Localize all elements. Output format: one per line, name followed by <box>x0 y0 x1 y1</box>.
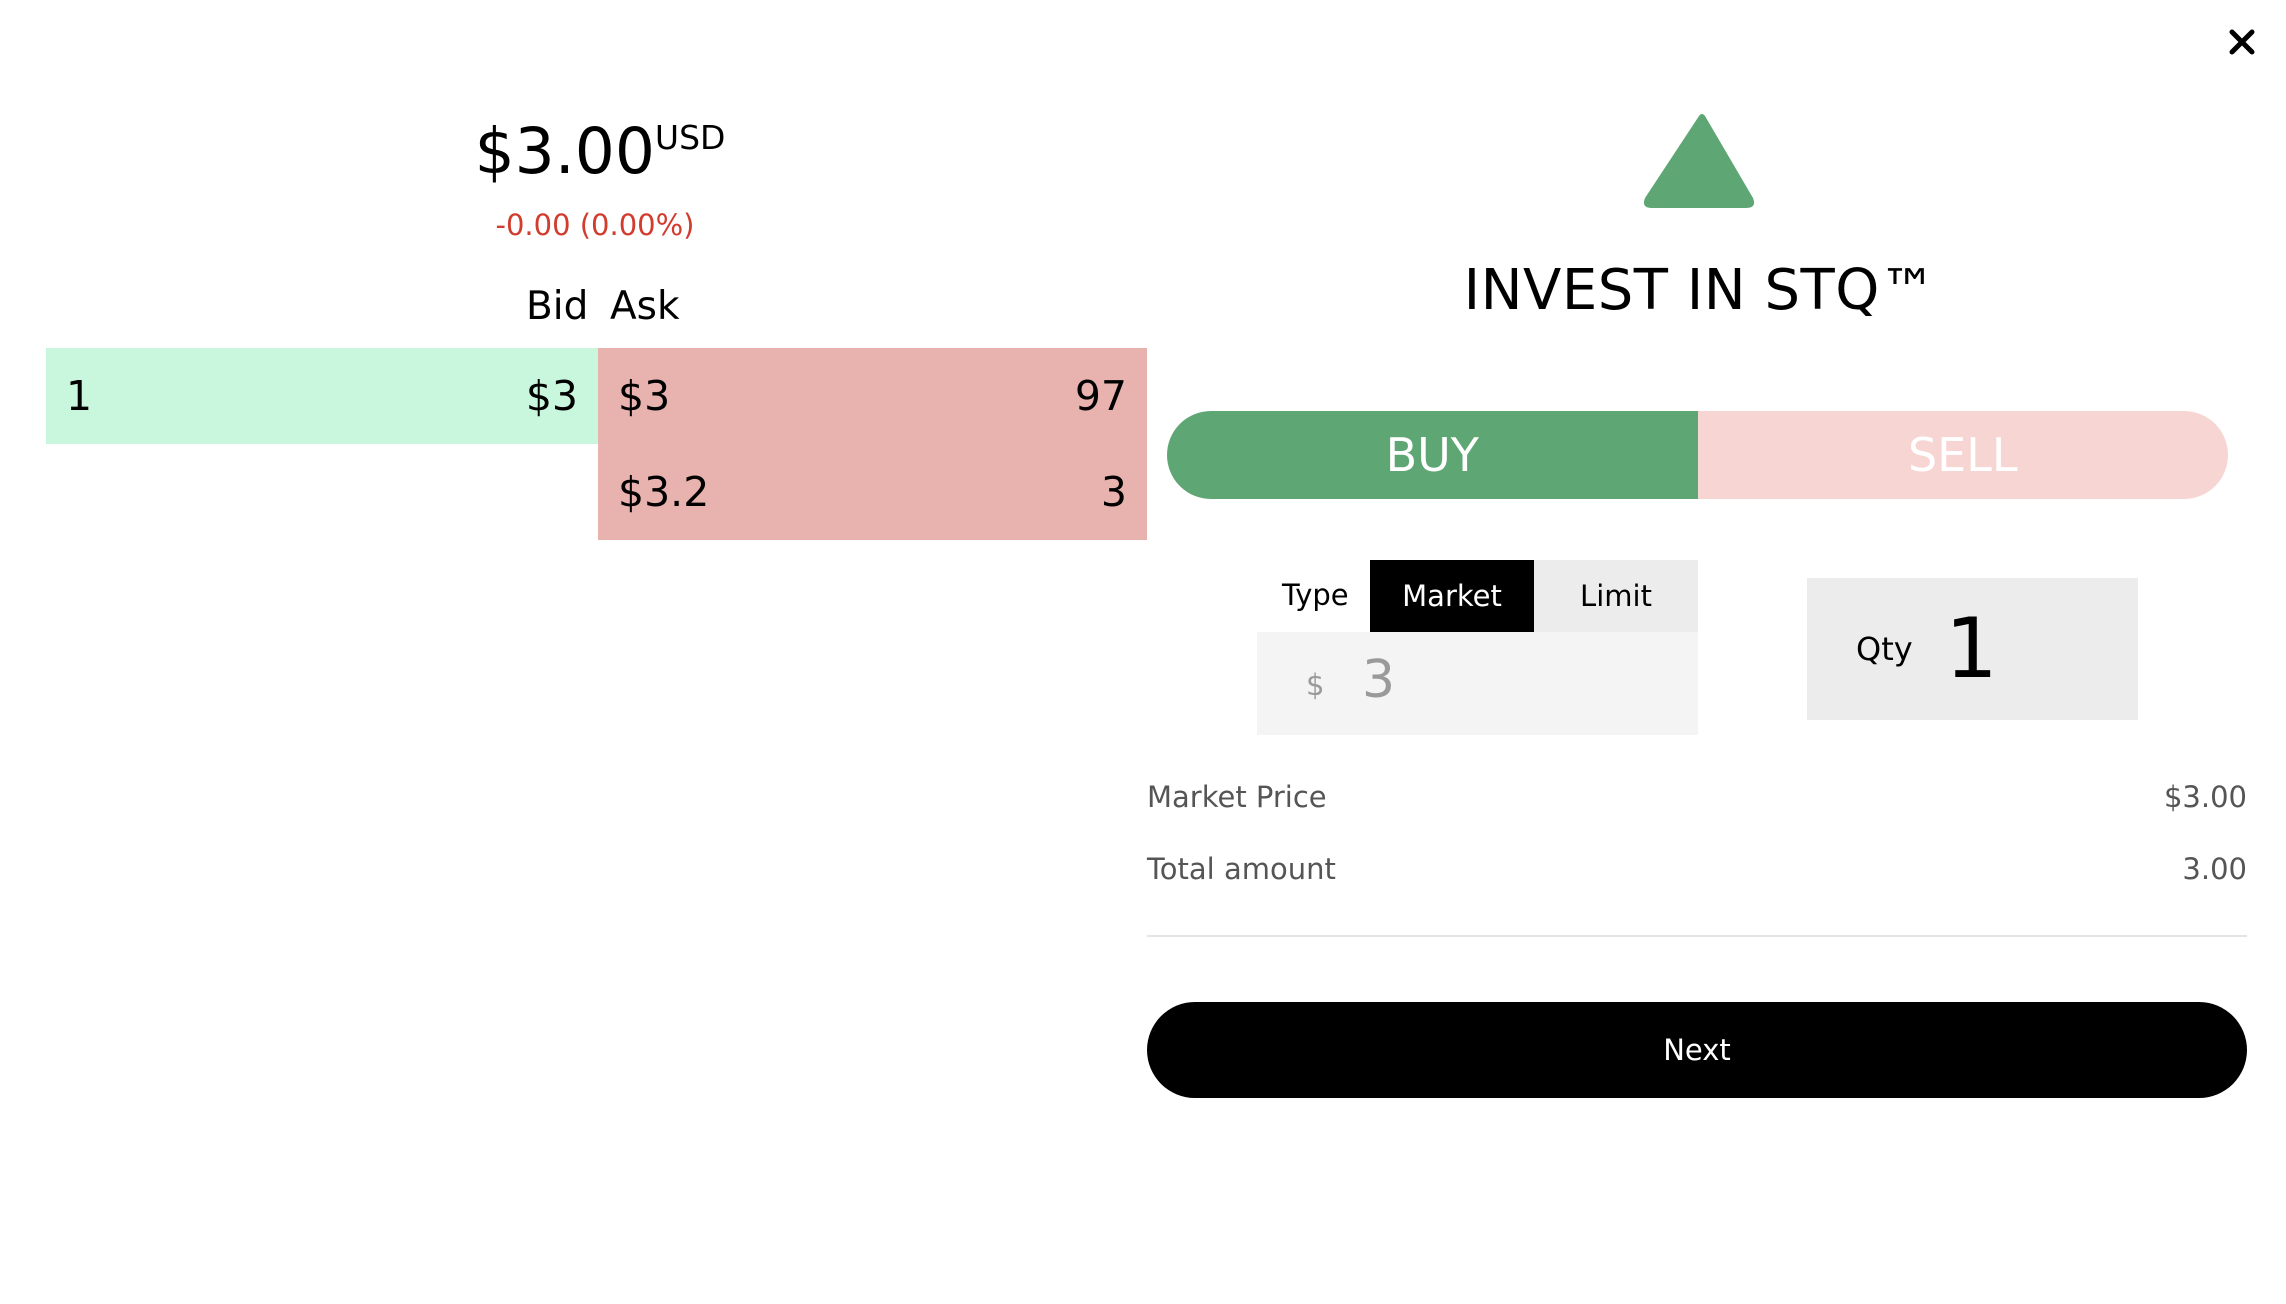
close-button[interactable] <box>2222 22 2262 62</box>
dollar-symbol: $ <box>1306 668 1325 702</box>
qty-label: Qty <box>1856 630 1913 668</box>
invest-title: INVEST IN STQ™ <box>1463 258 1937 323</box>
triangle-up-logo-icon <box>1640 110 1758 214</box>
ask-row[interactable]: $3.2 3 <box>598 444 1147 540</box>
ask-qty: 3 <box>1100 468 1127 516</box>
bid-price: $3 <box>525 372 578 420</box>
ask-header: Ask <box>610 284 680 329</box>
price-change: -0.00 (0.00%) <box>495 208 695 242</box>
market-price-label: Market Price <box>1147 780 1327 814</box>
qty-input[interactable] <box>1945 600 2115 697</box>
type-label: Type <box>1282 578 1349 612</box>
ask-row[interactable]: $3 97 <box>598 348 1147 444</box>
bid-qty: 1 <box>66 372 93 420</box>
sell-button[interactable]: SELL <box>1697 411 2228 499</box>
price-input[interactable] <box>1362 650 1662 710</box>
close-icon <box>2229 29 2255 55</box>
divider <box>1147 935 2247 937</box>
ask-price: $3 <box>618 372 671 420</box>
side-toggle: BUY SELL <box>1167 411 2228 499</box>
next-button[interactable]: Next <box>1147 1002 2247 1098</box>
ask-qty: 97 <box>1074 372 1127 420</box>
market-price-value: $3.00 <box>2163 780 2247 814</box>
price-currency: USD <box>654 118 726 157</box>
price-value: $3.00 <box>474 115 655 188</box>
ask-price: $3.2 <box>618 468 710 516</box>
total-amount-value: 3.00 <box>2182 852 2247 886</box>
bid-row[interactable]: 1 $3 <box>46 348 598 444</box>
total-amount-label: Total amount <box>1147 852 1336 886</box>
bid-header: Bid <box>526 284 589 329</box>
market-type-button[interactable]: Market <box>1370 560 1534 632</box>
limit-type-button[interactable]: Limit <box>1534 560 1698 632</box>
quote-price: $3.00USD <box>470 115 730 188</box>
buy-button[interactable]: BUY <box>1167 411 1698 499</box>
